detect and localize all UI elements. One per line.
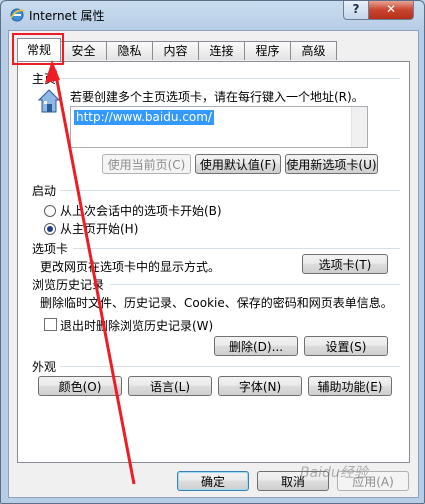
help-button[interactable]: ? [343, 1, 369, 20]
tabs-section-description: 更改网页在选项卡中的显示方式。 [40, 260, 221, 274]
use-new-tab-button[interactable]: 使用新选项卡(U) [285, 154, 378, 174]
history-settings-button[interactable]: 设置(S) [304, 336, 388, 356]
general-tab-panel: 主页 若要创建多个主页选项卡，请在每行键入一个地址(R)。 http://www… [17, 61, 410, 463]
startup-homepage-label: 从主页开始(H) [60, 222, 139, 236]
delete-history-on-exit-label: 退出时删除浏览历史记录(W) [60, 319, 214, 333]
divider [60, 366, 400, 367]
accessibility-button[interactable]: 辅助功能(E) [308, 376, 392, 396]
tab-security[interactable]: 安全 [60, 41, 107, 60]
history-section-title: 浏览历史记录 [32, 278, 105, 292]
homepage-url-field[interactable]: http://www.baidu.com/ [70, 106, 368, 148]
tab-content[interactable]: 内容 [152, 41, 199, 60]
tab-programs[interactable]: 程序 [244, 41, 291, 60]
languages-button[interactable]: 语言(L) [128, 376, 212, 396]
ok-button[interactable]: 确定 [177, 471, 249, 491]
use-current-button[interactable]: 使用当前页(C) [102, 154, 191, 174]
startup-homepage-radio[interactable] [44, 223, 56, 235]
homepage-section-title: 主页 [32, 72, 57, 86]
url-field-scrollbar[interactable] [351, 107, 367, 147]
title-bar[interactable]: Internet 属性 ? ✕ [1, 1, 424, 29]
startup-section-title: 启动 [32, 184, 57, 198]
window-title: Internet 属性 [29, 9, 105, 23]
history-description: 删除临时文件、历史记录、Cookie、保存的密码和网页表单信息。 [40, 296, 393, 310]
divider [73, 248, 400, 249]
use-default-button[interactable]: 使用默认值(F) [195, 154, 281, 174]
tab-privacy[interactable]: 隐私 [106, 41, 153, 60]
startup-last-session-label: 从上次会话中的选项卡开始(B) [60, 204, 222, 218]
appearance-section-title: 外观 [32, 360, 57, 374]
tabs-settings-button[interactable]: 选项卡(T) [302, 254, 388, 274]
dialog-window: Internet 属性 ? ✕ 常规 安全 隐私 内容 连接 程序 高级 主页 … [0, 0, 425, 504]
startup-last-session-radio[interactable] [44, 205, 56, 217]
tabs-section-title: 选项卡 [32, 242, 69, 256]
fonts-button[interactable]: 字体(N) [218, 376, 302, 396]
delete-history-on-exit-checkbox[interactable] [44, 318, 57, 331]
watermark-logo: Baidu经验 [300, 465, 368, 481]
divider [60, 78, 400, 79]
divider [60, 190, 400, 191]
dialog-body: 常规 安全 隐私 内容 连接 程序 高级 主页 若要创建多个主页选项卡，请在每行… [8, 30, 419, 498]
delete-history-button[interactable]: 删除(D)... [214, 336, 298, 356]
annotation-highlight-box [12, 33, 64, 65]
tab-connections[interactable]: 连接 [198, 41, 245, 60]
internet-explorer-icon [10, 8, 25, 22]
close-button[interactable]: ✕ [368, 1, 414, 20]
homepage-url-text: http://www.baidu.com/ [74, 110, 214, 125]
tab-advanced[interactable]: 高级 [290, 41, 337, 60]
homepage-description: 若要创建多个主页选项卡，请在每行键入一个地址(R)。 [70, 90, 364, 104]
homepage-house-icon [38, 89, 60, 113]
divider [110, 284, 400, 285]
colors-button[interactable]: 颜色(O) [38, 376, 122, 396]
